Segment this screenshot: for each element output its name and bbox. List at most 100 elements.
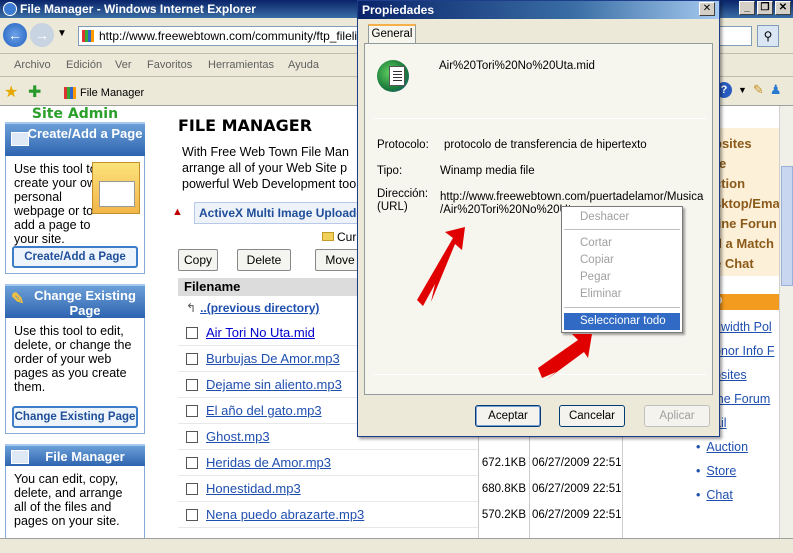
right-link[interactable]: onor Info F bbox=[714, 344, 774, 358]
file-manager-heading: File Manager bbox=[5, 444, 145, 466]
vertical-scrollbar[interactable] bbox=[779, 106, 793, 538]
copy-button[interactable]: Copy bbox=[178, 249, 218, 271]
bullet-icon: • bbox=[696, 488, 701, 502]
page-title: FILE MANAGER bbox=[178, 116, 313, 135]
tab-general[interactable]: General bbox=[368, 24, 416, 44]
menu-item-undo[interactable]: Deshacer bbox=[564, 209, 680, 226]
forward-button[interactable]: → bbox=[30, 23, 54, 47]
file-checkbox[interactable] bbox=[186, 379, 198, 391]
menu-separator bbox=[564, 307, 680, 308]
protocol-value: protocolo de transferencia de hipertexto bbox=[444, 139, 647, 151]
parent-directory-link[interactable]: ..(previous directory) bbox=[200, 301, 319, 315]
page-icon bbox=[11, 132, 29, 146]
separator bbox=[373, 118, 706, 119]
parent-directory-row[interactable]: ↰ ..(previous directory) bbox=[178, 296, 358, 320]
site-admin-title: Site Admin bbox=[31, 106, 119, 122]
activex-uploader-link[interactable]: ActiveX Multi Image Uploade bbox=[194, 202, 358, 224]
address-bar[interactable]: http://www.freewebtown.com/community/ftp… bbox=[78, 26, 360, 46]
change-page-heading: ✎ Change Existing Page bbox=[5, 284, 145, 318]
favicon-icon bbox=[82, 30, 94, 42]
feature-item[interactable]: line Forun bbox=[714, 216, 777, 231]
file-link[interactable]: Honestidad.mp3 bbox=[206, 481, 301, 496]
red-arrow-annotation-icon bbox=[538, 334, 592, 380]
accept-button[interactable]: Aceptar bbox=[475, 405, 541, 427]
context-menu: Deshacer Cortar Copiar Pegar Eliminar Se… bbox=[561, 206, 683, 333]
apply-button[interactable]: Aplicar bbox=[644, 405, 710, 427]
tab-title: File Manager bbox=[80, 87, 145, 99]
toolbar-right: ? ▼ ✎ ♟ bbox=[716, 82, 781, 98]
file-date: 06/27/2009 22:51 bbox=[532, 509, 622, 521]
menu-item-copy[interactable]: Copiar bbox=[564, 252, 680, 269]
scrollbar-thumb[interactable] bbox=[781, 166, 793, 286]
change-page-text: Use this tool to edit, delete, or change… bbox=[14, 324, 132, 394]
menu-archivo[interactable]: Archivo bbox=[14, 59, 51, 71]
menu-ayuda[interactable]: Ayuda bbox=[288, 59, 319, 71]
address-text: http://www.freewebtown.com/community/ftp… bbox=[99, 29, 360, 43]
file-date: 06/27/2009 22:51 bbox=[532, 483, 622, 495]
right-link[interactable]: dwidth Pol bbox=[714, 320, 772, 334]
file-size: 680.8KB bbox=[481, 483, 526, 495]
create-page-section: Use this tool to create your own persona… bbox=[5, 156, 145, 274]
file-link[interactable]: El año del gato.mp3 bbox=[206, 403, 322, 418]
tab-file-manager[interactable]: File Manager bbox=[60, 84, 144, 104]
messenger-icon[interactable]: ♟ bbox=[770, 82, 782, 98]
menu-favoritos[interactable]: Favoritos bbox=[147, 59, 192, 71]
right-link-chat[interactable]: • Chat bbox=[696, 488, 733, 502]
delete-button[interactable]: Delete bbox=[237, 249, 291, 271]
shop-illustration-icon bbox=[92, 162, 140, 214]
right-link-auction[interactable]: • Auction bbox=[696, 440, 748, 454]
activex-uploader-bar: ▲ ActiveX Multi Image Uploade bbox=[168, 202, 358, 226]
favorites-star-icon[interactable]: ★ bbox=[4, 82, 18, 102]
menu-item-cut[interactable]: Cortar bbox=[564, 235, 680, 252]
menu-herramientas[interactable]: Herramientas bbox=[208, 59, 274, 71]
right-link[interactable]: ine Forum bbox=[714, 392, 770, 406]
change-page-section: Use this tool to edit, delete, or change… bbox=[5, 318, 145, 434]
maximize-button[interactable]: ❐ bbox=[757, 1, 773, 15]
file-link[interactable]: Nena puedo abrazarte.mp3 bbox=[206, 507, 364, 522]
site-admin-sidebar: Site Admin Create/Add a Page Use this to… bbox=[5, 106, 145, 538]
file-checkbox[interactable] bbox=[186, 327, 198, 339]
file-checkbox[interactable] bbox=[186, 353, 198, 365]
file-link[interactable]: Dejame sin aliento.mp3 bbox=[206, 377, 342, 392]
tab-favicon-icon bbox=[64, 87, 76, 99]
menu-item-paste[interactable]: Pegar bbox=[564, 269, 680, 286]
feature-item[interactable]: sktop/Ema bbox=[714, 196, 780, 211]
type-value: Winamp media file bbox=[440, 165, 535, 177]
file-checkbox[interactable] bbox=[186, 457, 198, 469]
file-row[interactable]: Nena puedo abrazarte.mp3 bbox=[178, 502, 478, 528]
menu-edicion[interactable]: Edición bbox=[66, 59, 102, 71]
file-checkbox[interactable] bbox=[186, 509, 198, 521]
add-favorite-icon[interactable]: ✚ bbox=[28, 82, 41, 102]
file-checkbox[interactable] bbox=[186, 483, 198, 495]
menu-item-delete[interactable]: Eliminar bbox=[564, 286, 680, 303]
file-link[interactable]: Heridas de Amor.mp3 bbox=[206, 455, 331, 470]
file-link[interactable]: Burbujas De Amor.mp3 bbox=[206, 351, 340, 366]
cancel-button[interactable]: Cancelar bbox=[559, 405, 625, 427]
file-checkbox[interactable] bbox=[186, 405, 198, 417]
feature-item[interactable]: d a Match bbox=[714, 236, 774, 251]
history-dropdown-icon[interactable]: ▼ bbox=[57, 28, 67, 39]
upload-arrow-icon: ▲ bbox=[172, 206, 183, 218]
create-page-button[interactable]: Create/Add a Page bbox=[12, 246, 138, 268]
right-link-store[interactable]: • Store bbox=[696, 464, 736, 478]
change-page-button[interactable]: Change Existing Page bbox=[12, 406, 138, 428]
dialog-close-button[interactable]: ✕ bbox=[699, 2, 715, 16]
help-dropdown-icon[interactable]: ▼ bbox=[738, 82, 747, 98]
column-filename: Filename bbox=[178, 278, 358, 296]
file-meta: 680.8KB 06/27/2009 22:51 bbox=[480, 476, 624, 502]
dialog-title: Propiedades bbox=[362, 3, 435, 17]
minimize-button[interactable]: _ bbox=[739, 1, 755, 15]
close-button[interactable]: ✕ bbox=[775, 1, 791, 15]
file-row[interactable]: Heridas de Amor.mp3 bbox=[178, 450, 478, 476]
menu-ver[interactable]: Ver bbox=[115, 59, 132, 71]
file-date: 06/27/2009 22:51 bbox=[532, 457, 622, 469]
back-button[interactable]: ← bbox=[3, 23, 27, 47]
file-checkbox[interactable] bbox=[186, 431, 198, 443]
file-link[interactable]: Ghost.mp3 bbox=[206, 429, 270, 444]
file-row[interactable]: Honestidad.mp3 bbox=[178, 476, 478, 502]
protocol-label: Protocolo: bbox=[377, 139, 429, 151]
address-label: Dirección: bbox=[377, 188, 429, 200]
research-icon[interactable]: ✎ bbox=[753, 82, 764, 98]
file-link[interactable]: Air Tori No Uta.mid bbox=[206, 325, 315, 340]
search-button[interactable]: ⚲ bbox=[757, 25, 779, 47]
